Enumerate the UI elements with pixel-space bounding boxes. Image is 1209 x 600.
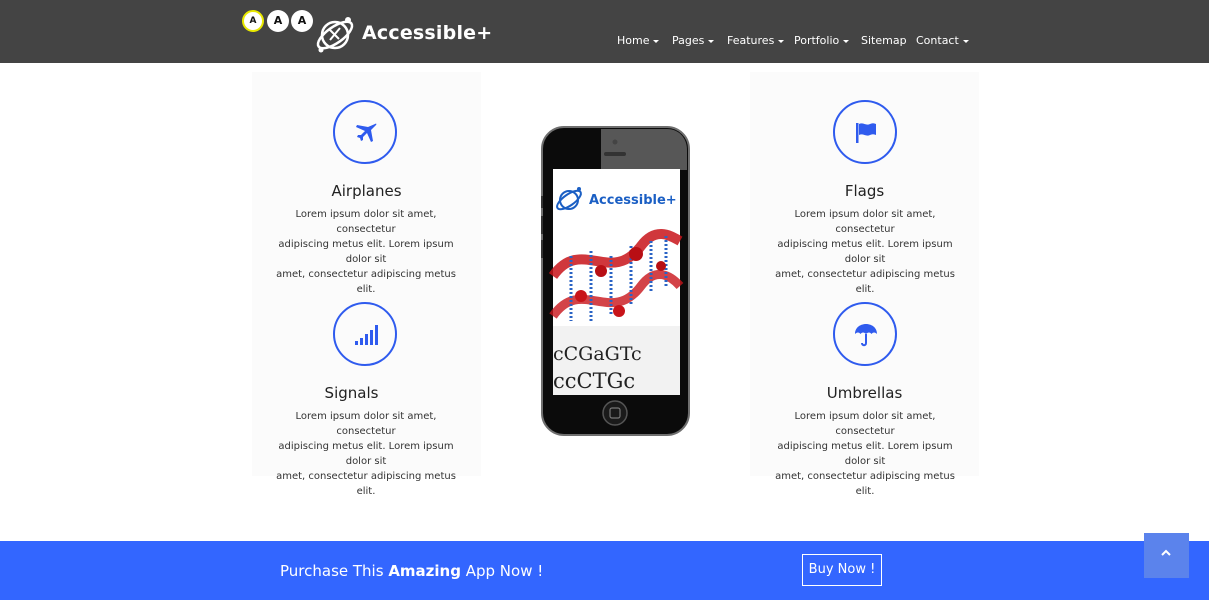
- flag-icon-circle: [833, 100, 897, 164]
- purchase-banner: Purchase This Amazing App Now ! Buy Now …: [0, 541, 1209, 600]
- smartphone-mockup: cCGaGTc ccCTGc: [541, 126, 690, 436]
- nav-features[interactable]: Features: [727, 34, 785, 47]
- feature-title-umbrellas: Umbrellas: [826, 384, 903, 402]
- caret-down-icon: [708, 39, 715, 43]
- buy-now-button[interactable]: Buy Now !: [802, 554, 882, 586]
- banner-text: Purchase This Amazing App Now !: [280, 562, 544, 580]
- dna-letters-line-1: cCGaGTc: [553, 343, 642, 365]
- font-size-large-button[interactable]: A: [291, 10, 313, 32]
- font-size-medium-button[interactable]: A: [267, 10, 289, 32]
- nav-portfolio[interactable]: Portfolio: [794, 34, 850, 47]
- caret-down-icon: [843, 39, 850, 43]
- screen-brand-name: Accessible+: [589, 193, 677, 208]
- screen-globe-logo-icon: [556, 187, 582, 211]
- feature-desc-airplanes: Lorem ipsum dolor sit amet, consectetur a…: [276, 209, 456, 295]
- site-header: A A A Accessible+ Home Pages Features Po…: [0, 0, 1209, 63]
- feature-desc-flags: Lorem ipsum dolor sit amet, consectetur a…: [775, 209, 955, 295]
- chevron-up-icon: [1161, 549, 1171, 556]
- flag-icon: [856, 123, 876, 143]
- font-size-small-button[interactable]: A: [242, 10, 264, 32]
- feature-title-flags: Flags: [844, 182, 885, 200]
- dna-letters-line-2: ccCTGc: [553, 369, 635, 393]
- signal-bars-icon: [355, 325, 378, 345]
- feature-desc-umbrellas: Lorem ipsum dolor sit amet, consectetur a…: [775, 411, 955, 497]
- features-right-column: Flags Lorem ipsum dolor sit amet, consec…: [750, 72, 979, 497]
- airplane-icon: [356, 123, 377, 142]
- nav-contact[interactable]: Contact: [916, 34, 969, 47]
- umbrella-icon-circle: [833, 302, 897, 366]
- nav-pages[interactable]: Pages: [672, 34, 715, 47]
- nav-home[interactable]: Home: [617, 34, 660, 47]
- caret-down-icon: [962, 39, 969, 43]
- caret-down-icon: [653, 39, 660, 43]
- caret-down-icon: [778, 39, 785, 43]
- back-to-top-button[interactable]: [1144, 533, 1189, 578]
- feature-title-airplanes: Airplanes: [331, 182, 402, 200]
- globe-logo-icon[interactable]: [312, 12, 358, 58]
- signal-icon-circle: [333, 302, 397, 366]
- features-left-column: Airplanes Lorem ipsum dolor sit amet, co…: [252, 72, 481, 497]
- feature-desc-signals: Lorem ipsum dolor sit amet, consectetur a…: [276, 411, 456, 497]
- umbrella-icon: [855, 324, 877, 347]
- brand-name[interactable]: Accessible+: [362, 22, 492, 44]
- feature-title-signals: Signals: [324, 384, 379, 402]
- airplane-icon-circle: [333, 100, 397, 164]
- nav-sitemap[interactable]: Sitemap: [861, 34, 907, 47]
